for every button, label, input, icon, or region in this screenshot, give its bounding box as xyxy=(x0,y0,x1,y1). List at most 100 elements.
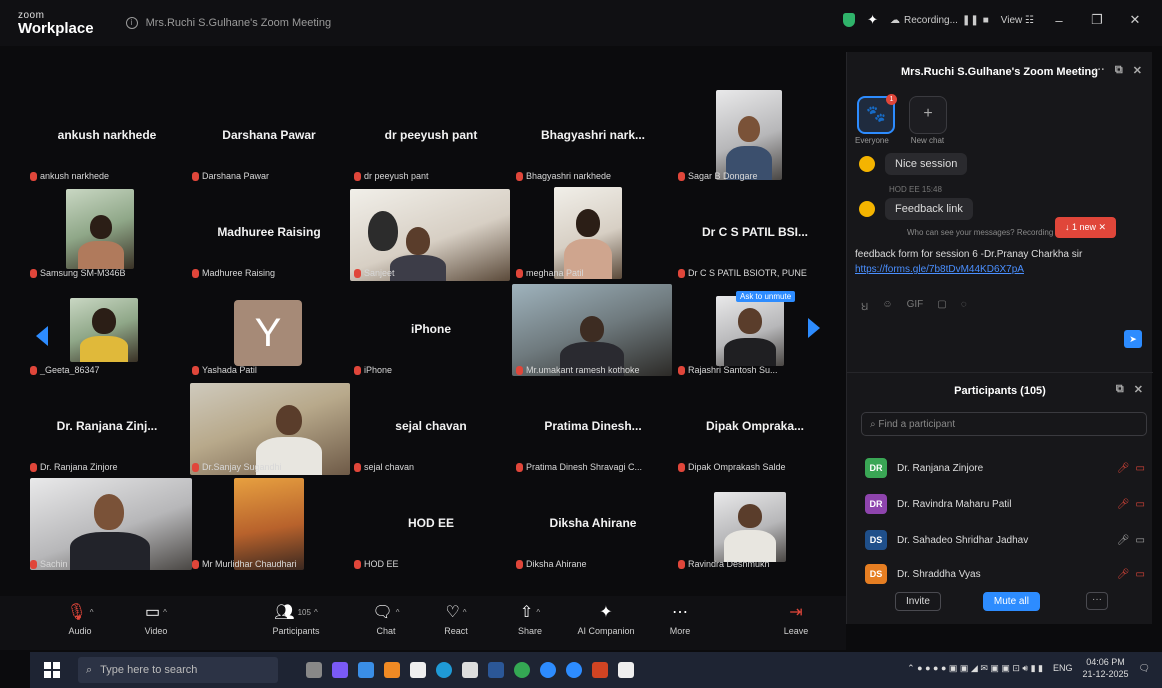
video-tile[interactable]: Pratima Dinesh... Pratima Dinesh Shravag… xyxy=(512,379,674,476)
video-tile[interactable]: Madhuree Raising Madhuree Raising xyxy=(188,185,350,282)
download-icon[interactable] xyxy=(358,662,374,678)
mic-muted-icon[interactable]: 🎤︎ xyxy=(1117,569,1130,580)
chevron-up-icon[interactable]: ^ xyxy=(314,602,318,624)
video-tile[interactable]: Mr.umakant ramesh kothoke xyxy=(512,282,674,379)
copilot-icon[interactable] xyxy=(332,662,348,678)
file-icon[interactable]: ▢ xyxy=(937,299,946,313)
popout-icon[interactable]: ⧉ xyxy=(1116,383,1124,396)
invite-button[interactable]: Invite xyxy=(895,592,941,611)
taskbar-search-input[interactable]: ⌕ Type here to search xyxy=(78,657,278,683)
zoom-icon[interactable] xyxy=(566,662,582,678)
video-tile[interactable]: Bhagyashri nark... Bhagyashri narkhede xyxy=(512,88,674,185)
video-tile[interactable]: _Geeta_86347 xyxy=(26,282,188,379)
chrome-icon[interactable] xyxy=(514,662,530,678)
chevron-up-icon[interactable]: ^ xyxy=(463,602,467,624)
more-options-button[interactable]: ··· xyxy=(1086,592,1108,610)
restore-button[interactable]: ❐ xyxy=(1084,12,1110,28)
close-button[interactable]: ✕ xyxy=(1122,12,1148,28)
chat-button[interactable]: 🗨︎ ^ Chat xyxy=(346,602,426,636)
close-icon[interactable]: ✕ xyxy=(1133,64,1142,77)
video-tile[interactable]: sejal chavan sejal chavan xyxy=(350,379,512,476)
video-tile[interactable]: Darshana Pawar Darshana Pawar xyxy=(188,88,350,185)
shield-icon[interactable] xyxy=(462,662,478,678)
windows-start-icon[interactable] xyxy=(44,662,60,678)
minimize-button[interactable]: – xyxy=(1046,13,1072,28)
ai-sparkle-icon[interactable]: ✦ xyxy=(867,12,878,28)
powerpoint-icon[interactable] xyxy=(592,662,608,678)
video-tile[interactable]: dr peeyush pant dr peeyush pant xyxy=(350,88,512,185)
react-button[interactable]: ♡ ^ React xyxy=(416,602,496,636)
document-icon[interactable] xyxy=(410,662,426,678)
tab-everyone[interactable]: 🐾 1 xyxy=(857,94,897,134)
video-tile[interactable]: iPhone iPhone xyxy=(350,282,512,379)
participant-row[interactable]: DS Dr. Shraddha Vyas 🎤︎ ▭ xyxy=(865,556,1145,592)
video-tile[interactable]: Sanjeet xyxy=(350,185,512,282)
video-button[interactable]: ▭ ^ Video xyxy=(116,602,196,636)
video-tile[interactable]: Samsung SM-M346B xyxy=(26,185,188,282)
mic-muted-icon[interactable]: 🎤︎ xyxy=(1117,535,1130,546)
send-icon[interactable]: ➤ xyxy=(1124,330,1142,348)
view-button[interactable]: View ☷ xyxy=(1001,15,1034,26)
popout-icon[interactable]: ⧉ xyxy=(1115,64,1123,77)
task-view-icon[interactable] xyxy=(306,662,322,678)
video-tile[interactable]: Dipak Ompraka... Dipak Omprakash Salde xyxy=(674,379,836,476)
more-icon[interactable]: ··· xyxy=(1094,64,1105,77)
feedback-form-link[interactable]: https://forms.gle/7b8tDvM44KD6X7pA xyxy=(855,264,1024,275)
reaction-icon[interactable]: ◌ xyxy=(961,299,967,313)
stop-icon[interactable]: ■ xyxy=(983,15,989,26)
video-tile[interactable]: ankush narkhede ankush narkhede xyxy=(26,88,188,185)
camera-off-icon[interactable]: ▭ xyxy=(1136,499,1145,510)
pause-icon[interactable]: ❚❚ xyxy=(962,15,979,26)
video-tile[interactable]: Dr. Ranjana Zinj... Dr. Ranjana Zinjore xyxy=(26,379,188,476)
more-button[interactable]: ⋯ More xyxy=(640,602,720,636)
zoom-icon[interactable] xyxy=(540,662,556,678)
new-messages-button[interactable]: ↓ 1 new ✕ xyxy=(1055,217,1117,238)
recording-indicator[interactable]: ☁ Recording... ❚❚ ■ xyxy=(890,15,989,26)
language-indicator[interactable]: ENG xyxy=(1053,663,1073,673)
emoji-icon[interactable]: ☺ xyxy=(882,299,892,313)
word-icon[interactable] xyxy=(488,662,504,678)
next-page-arrow-icon[interactable] xyxy=(808,318,820,338)
participant-row[interactable]: DR Dr. Ranjana Zinjore 🎤︎ ▭ xyxy=(865,450,1145,486)
shield-icon[interactable] xyxy=(843,13,856,27)
new-chat-button[interactable]: + xyxy=(909,96,947,134)
video-tile[interactable]: Sagar B Dongare xyxy=(674,88,836,185)
mic-muted-icon[interactable]: 🎤︎ xyxy=(1117,499,1130,510)
participant-row[interactable]: DS Dr. Sahadeo Shridhar Jadhav 🎤︎ ▭ xyxy=(865,522,1145,558)
close-icon[interactable]: ✕ xyxy=(1134,383,1143,396)
video-tile[interactable]: Mr Murlidhar Chaudhari xyxy=(188,476,350,573)
video-tile[interactable]: Dr.Sanjay Sugandhi xyxy=(188,379,350,476)
video-tile[interactable]: Ravindra Deshmukh xyxy=(674,476,836,573)
participants-button[interactable]: 👥︎ 105 ^ Participants xyxy=(256,602,336,636)
format-icon[interactable]: Ꞟ xyxy=(861,299,868,313)
document-icon[interactable] xyxy=(618,662,634,678)
camera-off-icon[interactable]: ▭ xyxy=(1136,463,1145,474)
video-tile[interactable]: Dr C S PATIL BSI... Dr C S PATIL BSIOTR,… xyxy=(674,185,836,282)
camera-icon[interactable]: ▭ xyxy=(1136,535,1145,546)
vlc-icon[interactable] xyxy=(384,662,400,678)
edge-icon[interactable] xyxy=(436,662,452,678)
notification-icon[interactable]: 🗨︎ xyxy=(1139,663,1150,674)
participant-row[interactable]: DR Dr. Ravindra Maharu Patil 🎤︎ ▭ xyxy=(865,486,1145,522)
chevron-up-icon[interactable]: ^ xyxy=(536,602,540,624)
participant-search-input[interactable]: ⌕ Find a participant xyxy=(861,412,1147,436)
mute-all-button[interactable]: Mute all xyxy=(982,592,1040,611)
video-tile[interactable]: Diksha Ahirane Diksha Ahirane xyxy=(512,476,674,573)
share-button[interactable]: ⇧ ^ Share xyxy=(490,602,570,636)
video-tile[interactable]: meghana Patil xyxy=(512,185,674,282)
audio-button[interactable]: 🎙︎ ^ Audio xyxy=(40,602,120,636)
tray-icons[interactable]: ⌃ ● ● ● ● ▣ ▣ ◢ ✉ ▣ ▣ ⊡ 🔊︎ ▮ ▮ xyxy=(907,663,1043,674)
chevron-up-icon[interactable]: ^ xyxy=(396,602,400,624)
ai-companion-button[interactable]: ✦ AI Companion xyxy=(566,602,646,636)
video-tile[interactable]: HOD EE HOD EE xyxy=(350,476,512,573)
leave-button[interactable]: ⇥ Leave xyxy=(756,602,836,636)
chevron-up-icon[interactable]: ^ xyxy=(163,602,167,624)
ask-to-unmute-badge[interactable]: Ask to unmute xyxy=(736,291,796,302)
gif-icon[interactable]: GIF xyxy=(907,299,924,313)
camera-off-icon[interactable]: ▭ xyxy=(1136,569,1145,580)
info-icon[interactable]: i xyxy=(125,17,138,29)
chevron-up-icon[interactable]: ^ xyxy=(90,602,94,624)
video-tile[interactable]: Sachin xyxy=(26,476,192,573)
clock[interactable]: 04:06 PM 21-12-2025 xyxy=(1083,656,1129,680)
mic-muted-icon[interactable]: 🎤︎ xyxy=(1117,463,1130,474)
